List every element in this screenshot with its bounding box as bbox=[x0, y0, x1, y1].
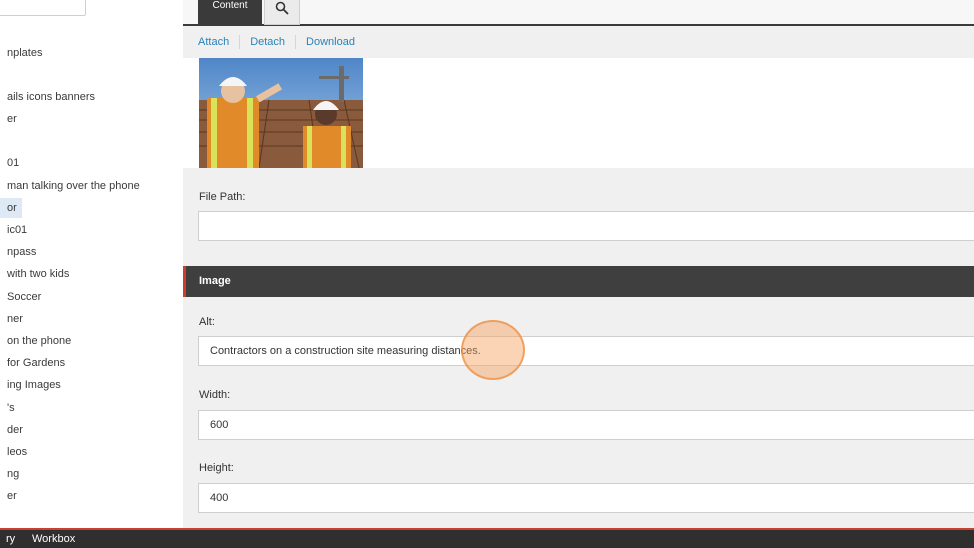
tree-item[interactable]: for Gardens bbox=[0, 353, 183, 373]
tree-item[interactable]: ic01 bbox=[0, 220, 183, 240]
media-actions: Attach Detach Download bbox=[198, 34, 355, 50]
tree-item[interactable]: man talking over the phone bbox=[0, 176, 183, 196]
alt-label: Alt: bbox=[199, 316, 215, 328]
tree-item[interactable]: ing Images bbox=[0, 375, 183, 395]
click-indicator bbox=[461, 320, 525, 380]
tab-content[interactable]: Content bbox=[198, 0, 262, 25]
tree-item[interactable]: with two kids bbox=[0, 264, 183, 284]
tree-item[interactable]: ner bbox=[0, 309, 183, 329]
divider bbox=[295, 35, 297, 49]
tree-item[interactable]: on the phone bbox=[0, 331, 183, 351]
width-label: Width: bbox=[199, 389, 231, 401]
height-label: Height: bbox=[199, 462, 234, 474]
editor-tabstrip: Content bbox=[183, 0, 974, 26]
image-thumbnail[interactable] bbox=[199, 58, 363, 168]
tree-item[interactable]: er bbox=[0, 486, 183, 506]
tree-item[interactable]: nplates bbox=[0, 43, 183, 63]
tree-item[interactable]: 's bbox=[0, 398, 183, 418]
editor-panel: Content Attach Detach Download File Path… bbox=[183, 0, 974, 528]
height-field[interactable]: 400 bbox=[198, 483, 974, 513]
tab-search[interactable] bbox=[264, 0, 300, 25]
file-path-field[interactable] bbox=[198, 211, 974, 241]
tree-item[interactable]: Soccer bbox=[0, 287, 183, 307]
attach-link[interactable]: Attach bbox=[198, 36, 229, 48]
image-section-header[interactable]: Image bbox=[183, 266, 974, 297]
tree-item[interactable]: ails icons banners bbox=[0, 87, 183, 107]
tree-item[interactable]: ng bbox=[0, 464, 183, 484]
download-link[interactable]: Download bbox=[306, 36, 355, 48]
alt-field[interactable]: Contractors on a construction site measu… bbox=[198, 336, 974, 366]
taskbar-item[interactable]: ry bbox=[6, 530, 15, 548]
tree-item[interactable]: leos bbox=[0, 442, 183, 462]
file-path-label: File Path: bbox=[199, 191, 246, 203]
detach-link[interactable]: Detach bbox=[250, 36, 285, 48]
tree-item-selected[interactable]: or bbox=[0, 198, 22, 218]
construction-photo bbox=[199, 58, 363, 168]
tree-item[interactable]: er bbox=[0, 109, 183, 129]
width-field[interactable]: 600 bbox=[198, 410, 974, 440]
content-tree: nplates ails icons banners er 01 man tal… bbox=[0, 0, 183, 528]
tree-item[interactable]: npass bbox=[0, 242, 183, 262]
search-icon bbox=[275, 1, 289, 15]
divider bbox=[239, 35, 241, 49]
tree-item[interactable]: 01 bbox=[0, 153, 183, 173]
tree-item[interactable]: der bbox=[0, 420, 183, 440]
tree-search-input[interactable] bbox=[0, 0, 86, 16]
workbox-tab[interactable]: Workbox bbox=[32, 530, 75, 548]
bottom-taskbar: ry Workbox bbox=[0, 528, 974, 548]
